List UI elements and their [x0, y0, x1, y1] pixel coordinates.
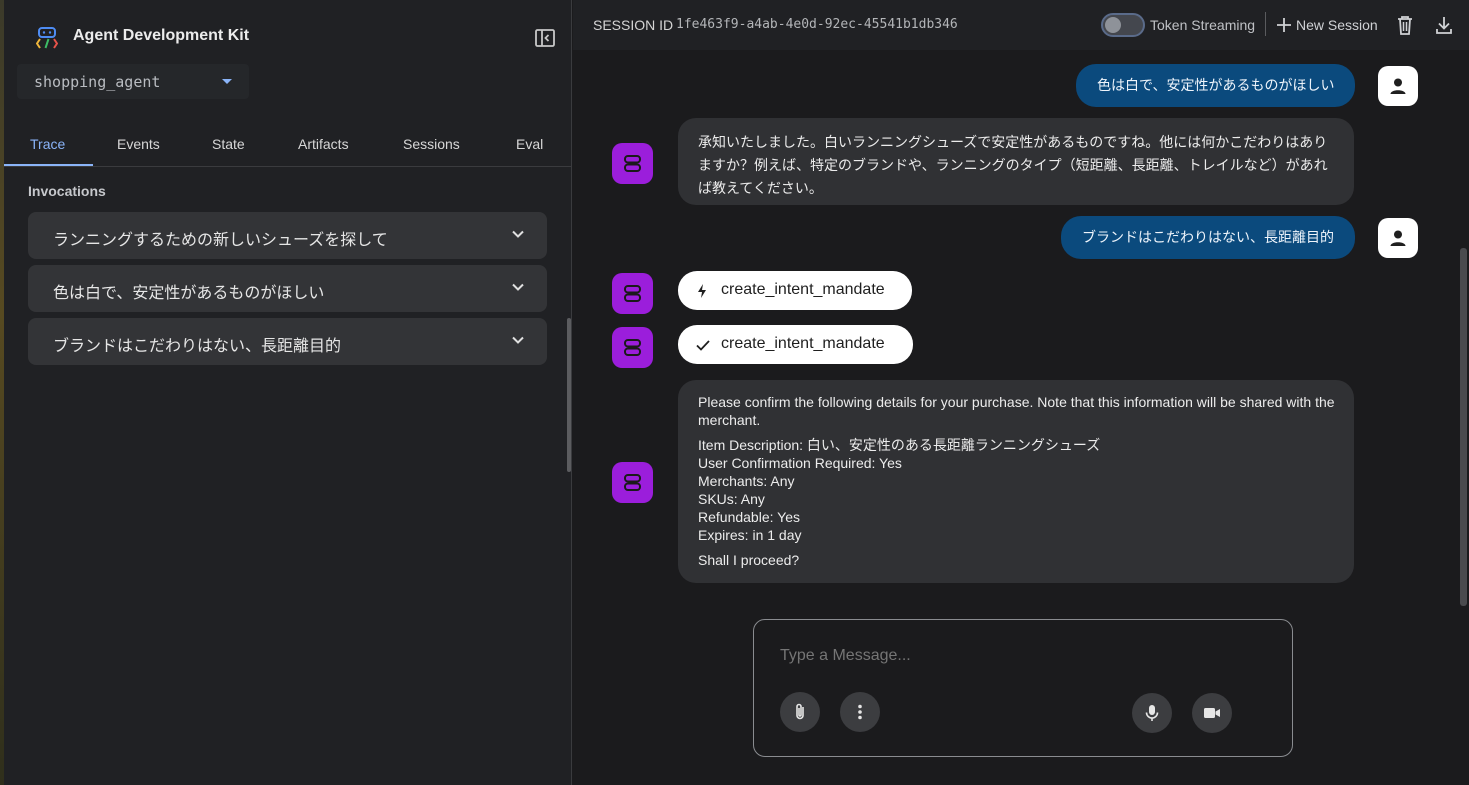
sidebar: Agent Development Kit shopping_agent Tra… [0, 0, 572, 785]
confirmation-text: Please confirm the following details for… [698, 393, 1338, 569]
user-message: ブランドはこだわりはない、長距離目的 [1061, 216, 1355, 259]
app-title: Agent Development Kit [73, 27, 250, 44]
person-icon [1390, 78, 1406, 94]
plus-icon [1277, 18, 1291, 32]
adk-logo-icon [36, 27, 58, 49]
active-tab-indicator [4, 164, 93, 166]
tab-eval[interactable]: Eval [516, 136, 543, 152]
tab-state[interactable]: State [212, 136, 245, 152]
agent-message: Please confirm the following details for… [678, 380, 1354, 583]
window-edge [0, 0, 4, 785]
paperclip-icon [796, 703, 804, 720]
token-streaming-toggle[interactable] [1101, 13, 1145, 37]
invocation-label: 色は白で、安定性があるものがほしい [53, 285, 325, 302]
delete-session-icon[interactable] [1395, 14, 1415, 36]
chevron-down-icon [512, 283, 524, 291]
download-icon[interactable] [1434, 14, 1454, 36]
agent-avatar [612, 143, 653, 184]
token-streaming-label: Token Streaming [1150, 17, 1256, 33]
person-icon [1390, 230, 1406, 246]
dropdown-caret-icon [222, 79, 232, 84]
agent-message-text: 承知いたしました。白いランニングシューズで安定性があるものですね。他には何かこだ… [698, 134, 1328, 196]
tab-events[interactable]: Events [117, 136, 160, 152]
confirm-question: Shall I proceed? [698, 552, 800, 568]
user-avatar [1378, 218, 1418, 258]
confirm-expires: Expires: in 1 day [698, 527, 802, 543]
invocation-label: ブランドはこだわりはない、長距離目的 [53, 338, 342, 355]
microphone-button[interactable] [1132, 693, 1172, 733]
robot-icon [624, 285, 641, 302]
invocation-label: ランニングするための新しいシューズを探して [53, 232, 388, 249]
more-vert-icon [858, 704, 862, 720]
chevron-down-icon [512, 230, 524, 238]
confirm-intro: Please confirm the following details for… [698, 394, 1335, 428]
robot-icon [624, 155, 641, 172]
invocation-item[interactable]: ブランドはこだわりはない、長距離目的 [28, 318, 547, 365]
invocation-item[interactable]: 色は白で、安定性があるものがほしい [28, 265, 547, 312]
confirm-user-confirmation: User Confirmation Required: Yes [698, 455, 902, 471]
confirm-item-description: Item Description: 白い、安定性のある長距離ランニングシューズ [698, 437, 1101, 453]
tab-trace[interactable]: Trace [30, 136, 65, 152]
agent-avatar [612, 327, 653, 368]
adk-web-app: Agent Development Kit shopping_agent Tra… [0, 0, 1469, 785]
microphone-icon [1145, 705, 1159, 721]
check-icon [696, 340, 710, 351]
agent-avatar [612, 462, 653, 503]
attach-button[interactable] [780, 692, 820, 732]
function-call-name: create_intent_mandate [721, 281, 885, 298]
session-id-label: SESSION ID [593, 17, 674, 33]
confirm-refundable: Refundable: Yes [698, 509, 800, 525]
confirm-merchants: Merchants: Any [698, 473, 795, 489]
agent-avatar [612, 273, 653, 314]
more-options-button[interactable] [840, 692, 880, 732]
agent-select[interactable]: shopping_agent [17, 64, 249, 99]
collapse-sidebar-icon[interactable] [534, 27, 556, 49]
divider [1265, 12, 1266, 36]
bolt-icon [698, 284, 706, 298]
chevron-down-icon [512, 336, 524, 344]
user-avatar [1378, 66, 1418, 106]
agent-select-value: shopping_agent [34, 73, 161, 91]
tab-sessions[interactable]: Sessions [403, 136, 460, 152]
sidebar-tabs: Trace Events State Artifacts Sessions Ev… [4, 124, 572, 167]
message-input[interactable] [780, 647, 1260, 665]
function-call-chip[interactable]: create_intent_mandate [678, 271, 912, 310]
robot-icon [624, 474, 641, 491]
toggle-knob [1105, 17, 1121, 33]
function-response-chip[interactable]: create_intent_mandate [678, 325, 913, 364]
session-header: SESSION ID 1fe463f9-a4ab-4e0d-92ec-45541… [573, 0, 1469, 50]
sidebar-scrollbar[interactable] [567, 318, 571, 472]
video-camera-icon [1204, 708, 1220, 718]
tab-artifacts[interactable]: Artifacts [298, 136, 349, 152]
function-response-name: create_intent_mandate [721, 335, 885, 352]
message-composer [753, 619, 1293, 757]
new-session-label: New Session [1296, 17, 1378, 33]
session-id-value: 1fe463f9-a4ab-4e0d-92ec-45541b1db346 [676, 17, 958, 32]
confirm-skus: SKUs: Any [698, 491, 765, 507]
invocation-item[interactable]: ランニングするための新しいシューズを探して [28, 212, 547, 259]
agent-message: 承知いたしました。白いランニングシューズで安定性があるものですね。他には何かこだ… [678, 118, 1354, 205]
robot-icon [624, 339, 641, 356]
user-message: 色は白で、安定性があるものがほしい [1076, 64, 1356, 107]
chat-scrollbar[interactable] [1460, 248, 1467, 606]
video-button[interactable] [1192, 693, 1232, 733]
invocations-title: Invocations [28, 183, 106, 199]
